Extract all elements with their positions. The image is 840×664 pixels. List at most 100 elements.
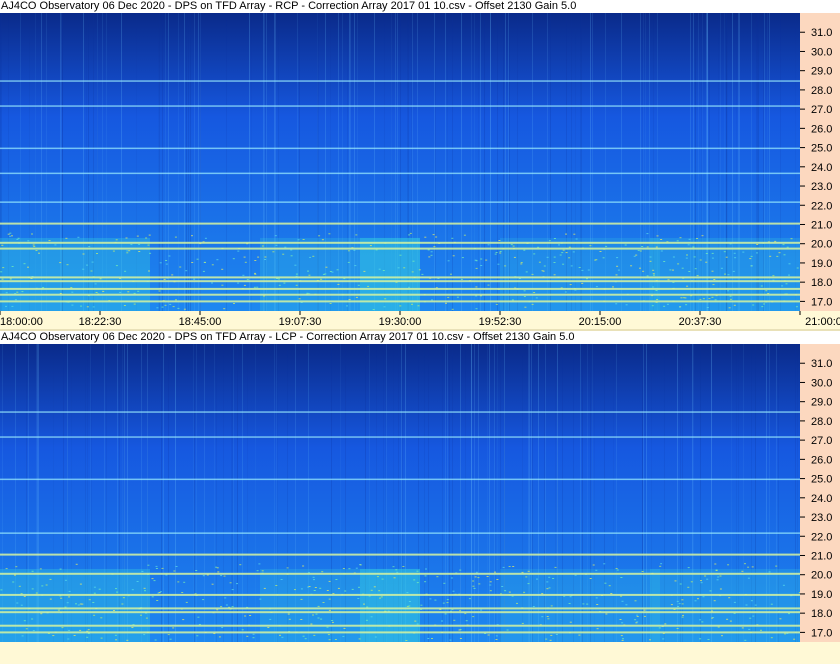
speckle [169,303,172,305]
speckle [223,575,226,577]
speckle [702,298,705,300]
speckle [211,282,213,284]
speckle [52,635,55,637]
speckle [326,626,329,628]
speckle [572,251,575,253]
speckle [620,635,623,637]
speckle [348,568,351,570]
speckle [468,598,471,600]
speckle [64,579,67,581]
speckle [31,570,34,572]
speckle [489,581,492,583]
speckle [495,252,498,253]
speckle [756,252,758,254]
interference-band [0,241,800,244]
speckle [699,638,702,640]
speckle [143,587,146,589]
rcp-panel: AJ4CO Observatory 06 Dec 2020 - DPS on T… [0,0,840,330]
speckle [443,582,446,584]
speckle [728,307,731,309]
speckle [302,239,305,240]
speckle [625,304,628,306]
speckle [5,568,8,570]
speckle [546,256,549,258]
speckle [707,639,710,640]
speckle [31,233,33,235]
speckle [141,570,144,572]
speckle [615,274,618,276]
speckle [86,636,89,638]
speckle [23,620,26,622]
speckle [370,616,373,618]
speckle [660,250,663,252]
speckle [616,257,619,259]
noise-streak [480,13,481,311]
speckle [721,635,723,637]
speckle [760,629,762,631]
speckle [416,623,419,625]
speckle [0,271,3,273]
speckle [308,274,311,276]
speckle [717,576,720,578]
speckle [147,244,150,246]
noise-streak [223,344,224,642]
speckle [506,629,509,631]
speckle [321,571,324,573]
speckle [646,246,649,248]
speckle [32,630,35,632]
speckle [403,267,406,269]
speckle [5,292,8,294]
speckle [165,263,168,265]
speckle [447,260,450,262]
interference-band [0,436,800,438]
speckle [581,269,584,271]
speckle [751,566,754,568]
speckle [497,263,500,265]
noise-streak [445,344,446,642]
speckle [548,240,551,242]
speckle [231,589,234,591]
speckle [383,306,386,308]
noise-streak [226,13,227,311]
speckle [667,279,670,281]
speckle [357,598,360,599]
speckle [701,621,704,623]
speckle [204,237,207,239]
speckle [353,249,356,251]
speckle [656,235,659,237]
noise-streak [255,344,256,642]
speckle [636,621,639,623]
speckle [18,585,21,587]
speckle [690,581,693,583]
speckle [720,267,723,269]
speckle [16,291,19,293]
speckle [233,303,235,304]
speckle [328,598,331,600]
noise-streak [474,13,475,311]
speckle [760,285,763,287]
speckle [589,245,592,247]
interference-band [0,300,800,303]
speckle [460,278,463,280]
speckle [335,579,338,580]
speckle [267,627,270,628]
speckle [17,237,20,239]
speckle [612,286,614,288]
speckle [183,308,186,310]
speckle [223,308,226,310]
speckle [700,580,702,582]
speckle [541,616,544,618]
speckle [254,260,257,261]
speckle [65,237,68,239]
speckle [241,629,244,631]
speckle [711,257,714,259]
speckle [174,236,177,238]
speckle [25,628,28,630]
speckle [92,602,95,603]
speckle [711,270,714,272]
speckle [608,585,611,587]
freq-tick-label: 24.0 [811,493,832,505]
speckle [116,591,119,593]
speckle [595,597,598,599]
speckle [702,596,705,598]
